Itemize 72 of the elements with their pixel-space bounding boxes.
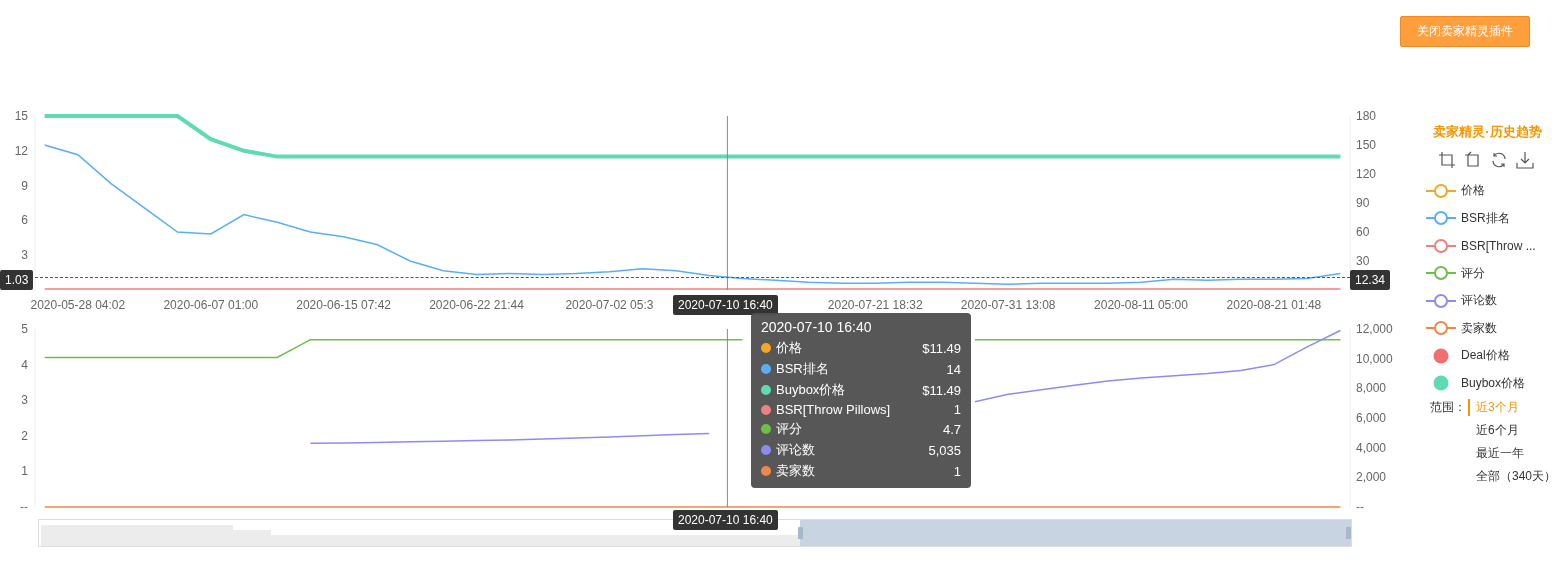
axis-label: 3	[21, 393, 28, 408]
axis-label: 150	[1356, 138, 1377, 152]
legend-item[interactable]: 评论数	[1410, 287, 1565, 315]
axis-label: 90	[1356, 196, 1370, 210]
tooltip-value: 5,035	[928, 442, 961, 458]
axis-label: 8,000	[1356, 381, 1387, 396]
axis-label: 2020-07-21 18:32	[827, 298, 923, 312]
axis-label: --	[1356, 500, 1364, 514]
tooltip-value: $11.49	[922, 382, 961, 398]
range-label: 范围：	[1430, 399, 1466, 416]
range-option[interactable]: 全部（340天）	[1468, 468, 1557, 485]
tooltip-value: 1	[953, 463, 961, 479]
axis-label: 2020-07-02 05:3	[565, 298, 654, 312]
axis-label: 12,000	[1356, 322, 1393, 336]
slider-handle[interactable]	[1346, 526, 1351, 539]
axis-label: 120	[1356, 167, 1377, 181]
axis-label: 2020-05-28 04:02	[30, 298, 126, 312]
tooltip-label: 卖家数	[776, 462, 816, 480]
axis-label: 2,000	[1356, 470, 1387, 485]
axis-label: 30	[1356, 254, 1370, 268]
axis-pointer-label: 2020-07-10 16:40	[673, 295, 778, 315]
axis-label: 12	[14, 143, 28, 158]
axis-label: 2020-07-31 13:08	[960, 298, 1056, 312]
axis-label: 2	[21, 428, 28, 443]
tooltip-value: 4.7	[942, 421, 961, 437]
axis-label: 4	[21, 357, 28, 372]
legend-item[interactable]: BSR[Throw ...	[1410, 232, 1565, 260]
axis-label: 9	[21, 178, 28, 193]
axis-label: 2020-08-11 05:00	[1094, 298, 1188, 312]
legend-item[interactable]: BSR排名	[1410, 204, 1565, 232]
tooltip-value: 1	[953, 402, 961, 417]
refresh-icon[interactable]	[1490, 151, 1508, 169]
tooltip-value: $11.49	[922, 340, 961, 356]
axis-label: --	[20, 500, 28, 514]
tooltip-label: 价格	[776, 339, 803, 357]
axis-label: 6	[21, 213, 28, 228]
axis-label: 15	[14, 109, 28, 123]
axis-label: 2020-06-07 01:00	[163, 298, 259, 312]
axis-label: 60	[1356, 225, 1370, 239]
axis-label: 180	[1356, 109, 1377, 123]
tooltip-label: 评分	[776, 420, 803, 438]
axis-label: 2020-06-15 07:42	[296, 298, 391, 312]
axis-label: 3	[21, 248, 28, 263]
slider-handle[interactable]	[797, 526, 803, 539]
slider-window[interactable]	[799, 519, 1351, 546]
tooltip-label: BSR[Throw Pillows]	[776, 402, 892, 417]
tooltip-value: 14	[946, 361, 961, 377]
axis-label: 4,000	[1356, 440, 1387, 455]
range-option[interactable]: 近6个月	[1468, 422, 1519, 439]
axis-label: 1	[21, 464, 28, 479]
axis-pointer-label: 12.34	[1350, 270, 1391, 290]
tooltip-label: BSR排名	[776, 360, 830, 378]
axis-label: 2020-08-21 01:48	[1226, 298, 1322, 312]
axis-pointer-label: 2020-07-10 16:40	[673, 510, 778, 530]
tooltip-label: 评论数	[776, 441, 816, 459]
axis-label: 10,000	[1356, 351, 1393, 366]
range-option[interactable]: 最近一年	[1468, 445, 1524, 462]
legend-item[interactable]: 卖家数	[1410, 314, 1565, 342]
axis-label: 6,000	[1356, 411, 1387, 425]
legend-item[interactable]: 价格	[1410, 177, 1565, 205]
undo-crop-icon[interactable]	[1464, 151, 1482, 169]
axis-label: 2020-06-22 21:44	[429, 298, 524, 312]
crop-icon[interactable]	[1438, 151, 1456, 169]
legend-item[interactable]: Deal价格	[1410, 342, 1565, 370]
axis-label: 5	[21, 322, 28, 336]
legend-item[interactable]: Buybox价格	[1410, 369, 1565, 397]
tooltip-label: Buybox价格	[776, 381, 847, 399]
legend-item[interactable]: 评分	[1410, 259, 1565, 287]
panel-title: 卖家精灵·历史趋势	[1432, 123, 1543, 141]
download-icon[interactable]	[1516, 151, 1534, 169]
tooltip-title: 2020-07-10 16:40	[761, 319, 873, 335]
axis-pointer-label: 1.03	[0, 270, 34, 290]
